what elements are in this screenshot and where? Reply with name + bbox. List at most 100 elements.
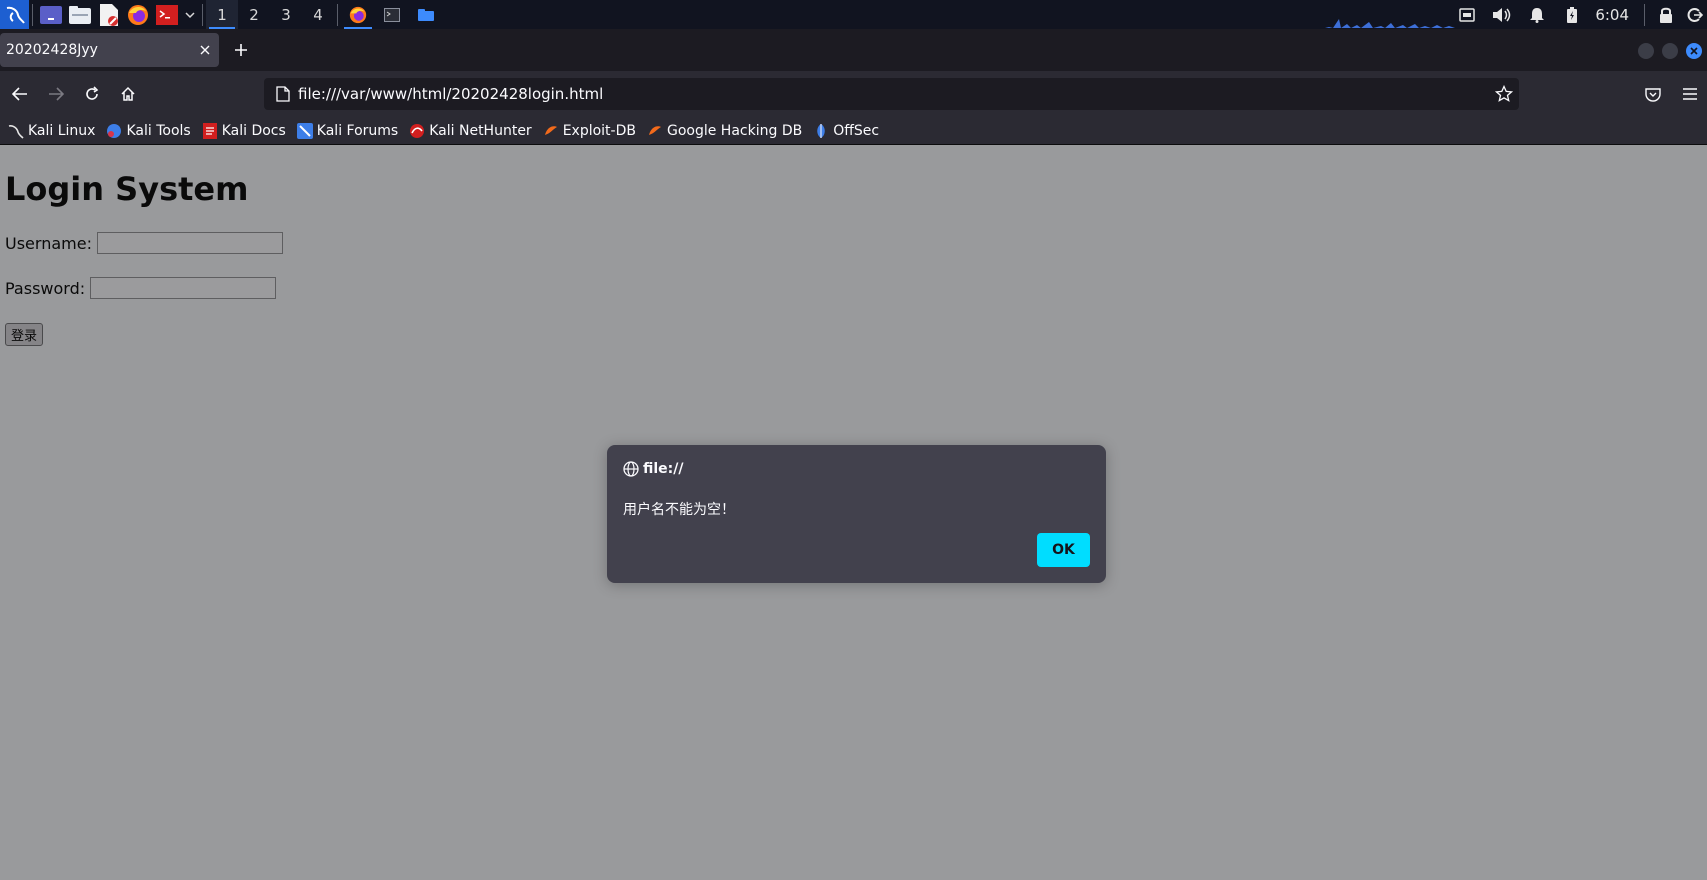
home-icon — [121, 86, 135, 101]
app-menu-button[interactable] — [1676, 80, 1704, 108]
back-button[interactable] — [6, 80, 34, 108]
username-row: Username: — [5, 232, 283, 254]
system-tray: 6:04 — [1449, 0, 1707, 29]
bookmark-kali-forums[interactable]: Kali Forums — [296, 122, 399, 139]
dialog-header: file:// — [623, 461, 684, 477]
ok-button[interactable]: OK — [1037, 533, 1090, 567]
workspace-3-label: 3 — [281, 5, 291, 24]
offsec-icon — [813, 123, 829, 139]
file-manager-icon[interactable] — [65, 0, 94, 29]
bookmark-kali-tools[interactable]: Kali Tools — [106, 122, 191, 139]
bookmark-google-hacking-db[interactable]: Google Hacking DB — [647, 123, 802, 139]
network-icon[interactable] — [1449, 0, 1484, 29]
browser-nav-bar: file:///var/www/html/20202428login.html — [0, 71, 1707, 117]
taskbar-files-window[interactable] — [409, 0, 443, 29]
lock-screen-icon[interactable] — [1648, 0, 1683, 29]
password-row: Password: — [5, 277, 277, 299]
workspace-4[interactable]: 4 — [302, 0, 334, 29]
taskbar-separator — [1644, 3, 1645, 26]
bookmark-kali-docs[interactable]: Kali Docs — [202, 122, 286, 139]
taskbar-separator — [337, 3, 338, 26]
launcher-dropdown-chevron-icon[interactable] — [181, 0, 199, 29]
reload-icon — [86, 86, 99, 100]
back-arrow-icon — [12, 87, 27, 101]
bookmark-label: Kali Forums — [316, 122, 399, 139]
dialog-message: 用户名不能为空！ — [623, 502, 735, 518]
bookmark-label: Kali Linux — [28, 122, 96, 139]
taskbar-clock[interactable]: 6:04 — [1589, 6, 1641, 24]
taskbar-firefox-window[interactable] — [341, 0, 375, 29]
notifications-bell-icon[interactable] — [1519, 0, 1554, 29]
maximize-window-button[interactable] — [1662, 43, 1678, 59]
forward-arrow-icon — [49, 87, 64, 101]
bookmark-label: Kali Docs — [221, 122, 286, 139]
terminal-icon — [384, 7, 400, 22]
exploit-db-icon — [543, 123, 559, 139]
workspace-1-label: 1 — [217, 5, 227, 24]
workspace-2-label: 2 — [249, 5, 259, 24]
cpu-graph-icon — [1325, 19, 1455, 28]
workspace-1[interactable]: 1 — [206, 0, 238, 29]
google-hacking-db-icon — [647, 123, 663, 139]
username-input[interactable] — [96, 232, 283, 254]
globe-icon — [623, 461, 639, 477]
close-window-icon — [1690, 47, 1698, 55]
home-button[interactable] — [114, 80, 142, 108]
bookmark-star-icon[interactable] — [1495, 85, 1513, 103]
bookmark-kali-nethunter[interactable]: Kali NetHunter — [409, 122, 532, 139]
battery-icon[interactable] — [1554, 0, 1589, 29]
kali-menu-icon[interactable] — [0, 0, 29, 29]
kali-forums-icon — [296, 122, 313, 139]
bookmark-label: Exploit-DB — [562, 122, 636, 139]
bookmark-label: OffSec — [833, 122, 880, 139]
alert-dialog: file:// 用户名不能为空！ OK — [607, 445, 1106, 583]
desktop-taskbar: 1 2 3 4 6:04 — [0, 0, 1707, 29]
pocket-button[interactable] — [1639, 80, 1667, 108]
workspace-3[interactable]: 3 — [270, 0, 302, 29]
terminal-launcher-icon[interactable] — [152, 0, 181, 29]
url-text[interactable]: file:///var/www/html/20202428login.html — [298, 85, 1495, 103]
pocket-icon — [1645, 87, 1661, 102]
page-info-icon[interactable] — [276, 86, 290, 102]
taskbar-separator — [32, 3, 33, 26]
bookmark-kali-linux[interactable]: Kali Linux — [8, 123, 95, 139]
username-label: Username: — [5, 233, 92, 253]
bookmark-label: Kali NetHunter — [429, 122, 532, 139]
taskbar-terminal-window[interactable] — [375, 0, 409, 29]
forward-button[interactable] — [42, 80, 70, 108]
volume-icon[interactable] — [1484, 0, 1519, 29]
taskbar-separator — [202, 3, 203, 26]
bookmark-label: Kali Tools — [126, 122, 191, 139]
kali-nethunter-icon — [409, 123, 425, 139]
login-button[interactable]: 登录 — [5, 323, 44, 346]
hamburger-menu-icon — [1683, 88, 1697, 100]
bookmark-offsec[interactable]: OffSec — [813, 123, 879, 139]
kali-tools-icon — [106, 123, 122, 139]
page-heading: Login System — [5, 170, 249, 208]
url-bar[interactable]: file:///var/www/html/20202428login.html — [264, 78, 1519, 110]
password-label: Password: — [5, 278, 86, 298]
workspace-4-label: 4 — [313, 5, 323, 24]
kali-docs-icon — [202, 122, 218, 139]
password-input[interactable] — [90, 277, 277, 299]
firefox-icon — [349, 6, 367, 23]
browser-tab-bar: 20202428Jyy — [0, 29, 1707, 71]
kali-dragon-icon — [8, 123, 24, 139]
bookmark-exploit-db[interactable]: Exploit-DB — [543, 123, 636, 139]
folder-icon — [418, 8, 434, 21]
browser-tab[interactable]: 20202428Jyy — [0, 33, 219, 67]
close-window-button[interactable] — [1686, 43, 1702, 59]
logout-icon[interactable] — [1683, 0, 1707, 29]
text-editor-icon[interactable] — [94, 0, 123, 29]
close-tab-icon[interactable] — [191, 36, 219, 64]
bookmark-label: Google Hacking DB — [666, 122, 803, 139]
minimize-window-button[interactable] — [1638, 43, 1654, 59]
new-tab-plus-icon[interactable] — [229, 38, 253, 62]
show-desktop-icon[interactable] — [36, 0, 65, 29]
reload-button[interactable] — [78, 80, 106, 108]
firefox-launcher-icon[interactable] — [123, 0, 152, 29]
dialog-origin: file:// — [643, 461, 684, 477]
tab-title: 20202428Jyy — [6, 42, 98, 58]
bookmarks-toolbar: Kali Linux Kali Tools Kali Docs Kali For… — [0, 117, 1707, 145]
workspace-2[interactable]: 2 — [238, 0, 270, 29]
